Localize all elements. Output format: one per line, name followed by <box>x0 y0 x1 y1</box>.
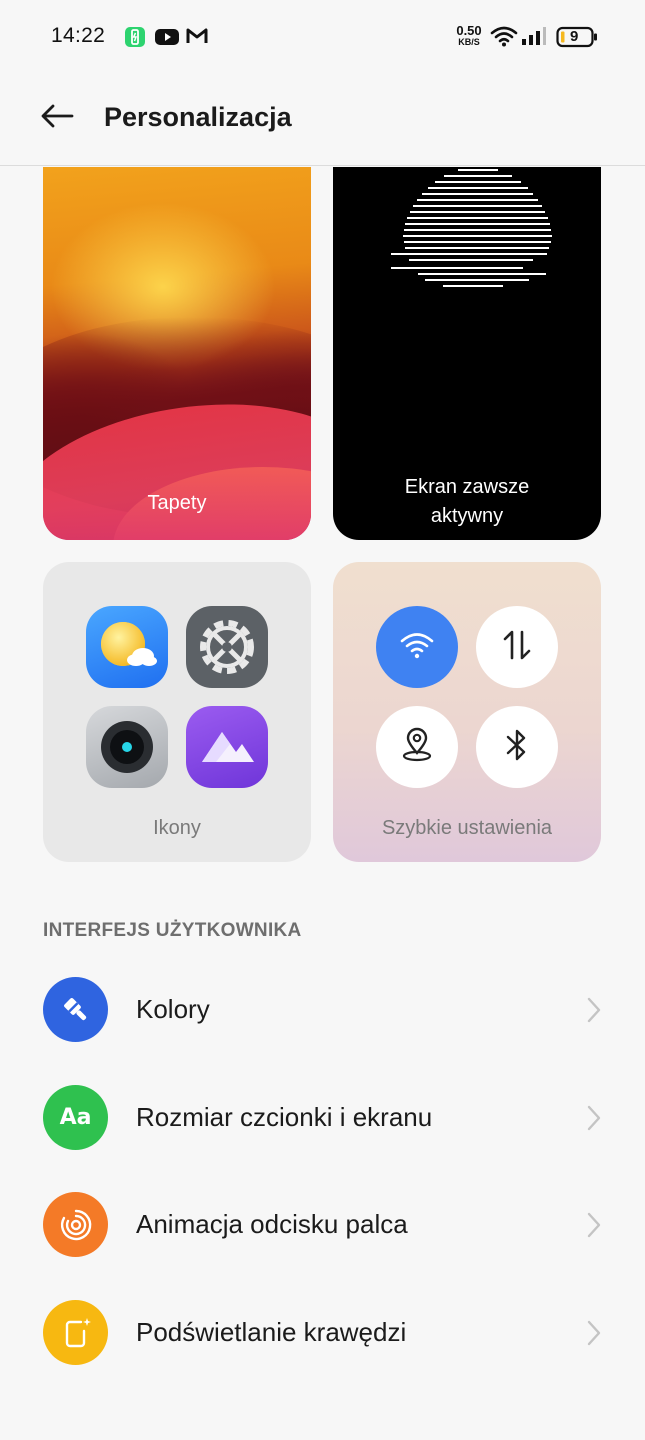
font-size-icon: Aa <box>43 1085 108 1150</box>
network-speed: 0.50 KB/S <box>456 23 482 47</box>
chevron-right-icon <box>585 996 603 1029</box>
wifi-toggle <box>376 606 458 688</box>
location-icon <box>400 727 434 768</box>
arrow-left-icon <box>40 104 74 133</box>
mobile-data-icon <box>500 628 534 667</box>
chevron-right-icon <box>585 1211 603 1244</box>
mobile-data-toggle <box>476 606 558 688</box>
icons-label: Ikony <box>153 817 201 839</box>
weather-icon <box>86 606 168 688</box>
always-on-display-card[interactable]: Ekran zawsze aktywny <box>333 167 601 540</box>
battery-saver-icon <box>124 26 146 53</box>
gallery-icon <box>186 706 268 788</box>
youtube-icon <box>155 28 179 51</box>
list-item-label: Podświetlanie krawędzi <box>136 1317 407 1347</box>
settings-gear-icon <box>186 606 268 688</box>
app-header: Personalizacja <box>0 74 645 166</box>
back-button[interactable] <box>36 100 78 136</box>
wallpaper-label: Tapety <box>147 492 207 514</box>
status-time: 14:22 <box>51 24 106 47</box>
location-toggle <box>376 706 458 788</box>
aod-clock-preview <box>391 169 552 287</box>
aod-label: Ekran zawsze aktywny <box>404 476 530 527</box>
page-title: Personalizacja <box>104 102 292 132</box>
wifi-icon <box>490 25 518 52</box>
icons-card[interactable]: Ikony <box>43 562 311 862</box>
paint-brush-icon <box>43 977 108 1042</box>
list-item-edge-lighting[interactable]: Podświetlanie krawędzi <box>0 1279 645 1387</box>
list-item-kolory[interactable]: Kolory <box>0 956 645 1064</box>
list-item-label: Kolory <box>136 994 210 1024</box>
edge-lighting-icon <box>43 1300 108 1365</box>
fingerprint-animation-icon <box>43 1192 108 1257</box>
quick-settings-label: Szybkie ustawienia <box>381 817 553 839</box>
list-item-label: Animacja odcisku palca <box>136 1209 408 1239</box>
list-item-label: Rozmiar czcionki i ekranu <box>136 1102 433 1132</box>
list-item-fingerprint-animation[interactable]: Animacja odcisku palca <box>0 1171 645 1279</box>
wifi-icon <box>399 630 435 665</box>
chevron-right-icon <box>585 1319 603 1352</box>
camera-icon <box>86 706 168 788</box>
wallpaper-card[interactable]: Tapety <box>43 167 311 540</box>
quick-settings-card[interactable]: Szybkie ustawienia <box>333 562 601 862</box>
bluetooth-icon <box>503 727 531 768</box>
chevron-right-icon <box>585 1104 603 1137</box>
battery-level: 9 <box>570 28 579 45</box>
bluetooth-toggle <box>476 706 558 788</box>
gmail-icon <box>186 27 208 50</box>
status-bar: 14:22 0.50 KB/S 9 <box>0 0 645 74</box>
section-header: INTERFEJS UŻYTKOWNIKA <box>43 920 302 941</box>
cellular-signal-icon <box>521 26 547 51</box>
list-item-font-size[interactable]: Aa Rozmiar czcionki i ekranu <box>0 1064 645 1172</box>
